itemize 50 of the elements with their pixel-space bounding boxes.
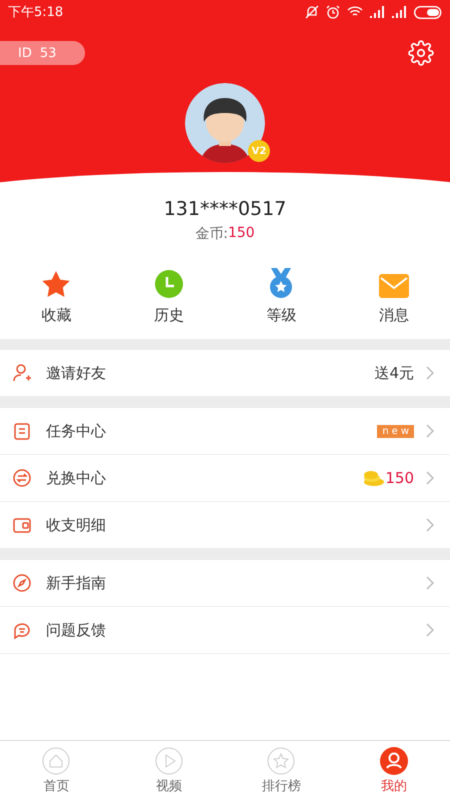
add-user-icon <box>12 363 32 383</box>
menu-label: 邀请好友 <box>46 364 107 382</box>
nav-tab[interactable]: 首页 <box>0 741 112 800</box>
menu-label: 新手指南 <box>46 574 107 592</box>
coin-amount: 150 <box>385 469 414 487</box>
mute-icon <box>305 5 319 19</box>
coins-value: 150 <box>228 225 255 243</box>
reward-text: 送4元 <box>374 364 414 382</box>
user-icon <box>380 746 408 774</box>
compass-icon <box>12 573 32 593</box>
clipboard-icon <box>12 421 32 441</box>
nav-tab[interactable]: 排行榜 <box>225 741 338 800</box>
signal-icon <box>392 6 407 18</box>
menu-label: 兑换中心 <box>46 468 107 488</box>
chevron-icon <box>426 518 434 532</box>
clock-icon <box>154 270 183 298</box>
play-icon <box>154 746 183 774</box>
exchange-icon <box>12 468 32 488</box>
shortcut-button[interactable]: 等级 <box>225 263 338 325</box>
chevron-icon <box>426 366 434 380</box>
id-value: 53 <box>40 46 56 60</box>
battery-icon <box>414 6 442 18</box>
signal-icon <box>370 6 385 18</box>
shortcut-button[interactable]: 收藏 <box>0 263 112 325</box>
home-icon <box>42 746 70 774</box>
coins-label: 金币: <box>195 225 228 243</box>
menu-label: 问题反馈 <box>46 620 107 640</box>
coins-icon <box>363 470 386 486</box>
menu-label: 任务中心 <box>46 422 107 440</box>
chevron-icon <box>426 576 434 590</box>
shortcut-button[interactable]: 历史 <box>112 263 225 325</box>
medal-icon <box>268 268 294 298</box>
alarm-icon <box>326 5 340 19</box>
new-badge: new <box>377 424 414 438</box>
shortcut-button[interactable]: 消息 <box>338 263 450 325</box>
nav-tab[interactable]: 视频 <box>112 741 225 800</box>
avatar-drawing[interactable] <box>184 82 266 164</box>
nav-tab[interactable]: 我的 <box>338 741 450 800</box>
settings-icon[interactable] <box>408 40 434 66</box>
menu-label: 收支明细 <box>46 516 107 534</box>
chevron-icon <box>426 424 434 438</box>
level-badge: V2 <box>248 140 270 162</box>
wifi-icon <box>347 6 363 18</box>
chevron-icon <box>426 471 434 485</box>
mail-icon <box>378 274 409 298</box>
id-label: ID <box>18 46 32 60</box>
status-time: 下午5:18 <box>8 4 64 21</box>
chevron-icon <box>426 623 434 637</box>
star-icon <box>41 270 72 298</box>
phone-number: 131****0517 <box>162 198 288 220</box>
